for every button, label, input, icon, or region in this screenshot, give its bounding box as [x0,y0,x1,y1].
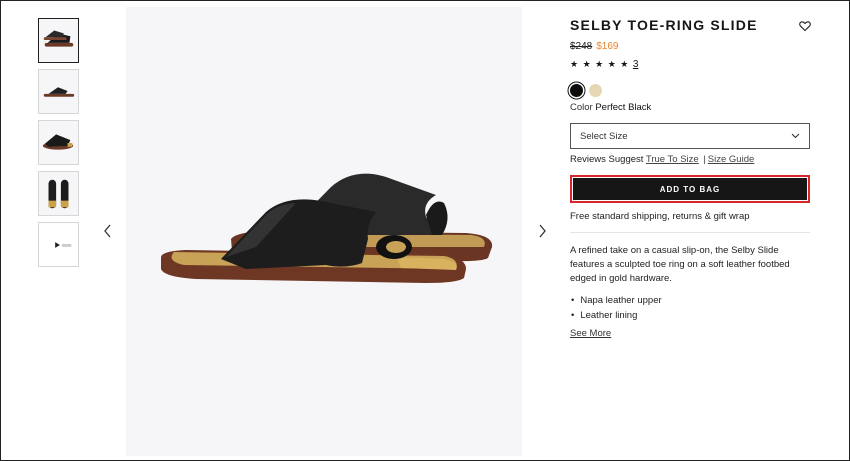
thumbnail-rail [38,18,79,273]
thumbnail-2[interactable] [38,69,79,114]
add-to-bag-highlight: ADD TO BAG [570,175,810,203]
sandal-angle-thumbnail [42,134,74,150]
feature-item: Napa leather upper [570,293,810,308]
price: $248 $169 [570,40,810,54]
rating[interactable]: ★ ★ ★ ★ ★ 3 [570,58,810,71]
add-to-bag-button[interactable]: ADD TO BAG [573,178,807,200]
main-product-image [126,7,522,456]
size-guide-link[interactable]: Size Guide [708,154,754,165]
sale-price: $169 [596,41,619,52]
feature-list: Napa leather upper Leather lining [570,293,810,323]
thumbnail-5[interactable] [38,222,79,267]
heart-icon [799,21,811,32]
size-select-placeholder: Select Size [580,130,628,142]
link-separator: | [703,154,706,165]
swatch-perfect-black[interactable] [570,83,583,97]
chevron-left-icon [104,224,111,238]
color-label-text: Color [570,102,593,113]
sandal-image [161,173,493,283]
thumbnail-1[interactable] [38,18,79,63]
color-label: Color Perfect Black [570,102,810,114]
see-more-link[interactable]: See More [570,328,611,340]
chevron-right-icon [539,224,546,238]
shipping-info: Free standard shipping, returns & gift w… [570,211,750,222]
gallery-next-button[interactable] [535,222,549,240]
product-title: SELBY TOE-RING SLIDE [570,17,758,33]
color-swatches [570,83,810,97]
sandal-pair-thumbnail [43,30,74,47]
sandal-side-thumbnail [43,87,75,97]
product-description: A refined take on a casual slip-on, the … [570,245,790,284]
star-rating-icons: ★ ★ ★ ★ ★ [570,59,630,69]
true-to-size-link[interactable]: True To Size [646,154,699,165]
reviews-suggest-label: Reviews Suggest [570,154,644,165]
gallery-prev-button[interactable] [101,222,115,240]
fit-suggestion: Reviews Suggest True To Size | Size Guide [570,154,810,166]
size-select[interactable]: Select Size [570,123,810,149]
feature-item: Leather lining [570,308,810,323]
thumbnail-3[interactable] [38,120,79,165]
sandal-top-thumbnail [48,179,69,209]
chevron-down-icon [791,133,800,139]
swatch-cream[interactable] [589,83,602,97]
divider [570,232,810,233]
wishlist-button[interactable] [799,19,811,32]
color-value: Perfect Black [595,102,652,113]
thumbnail-4[interactable] [38,171,79,216]
review-count-link[interactable]: 3 [633,59,639,70]
original-price: $248 [570,41,593,52]
video-thumbnail [39,223,78,266]
product-info-panel: SELBY TOE-RING SLIDE $248 $169 ★ ★ ★ ★ ★ … [570,16,811,341]
